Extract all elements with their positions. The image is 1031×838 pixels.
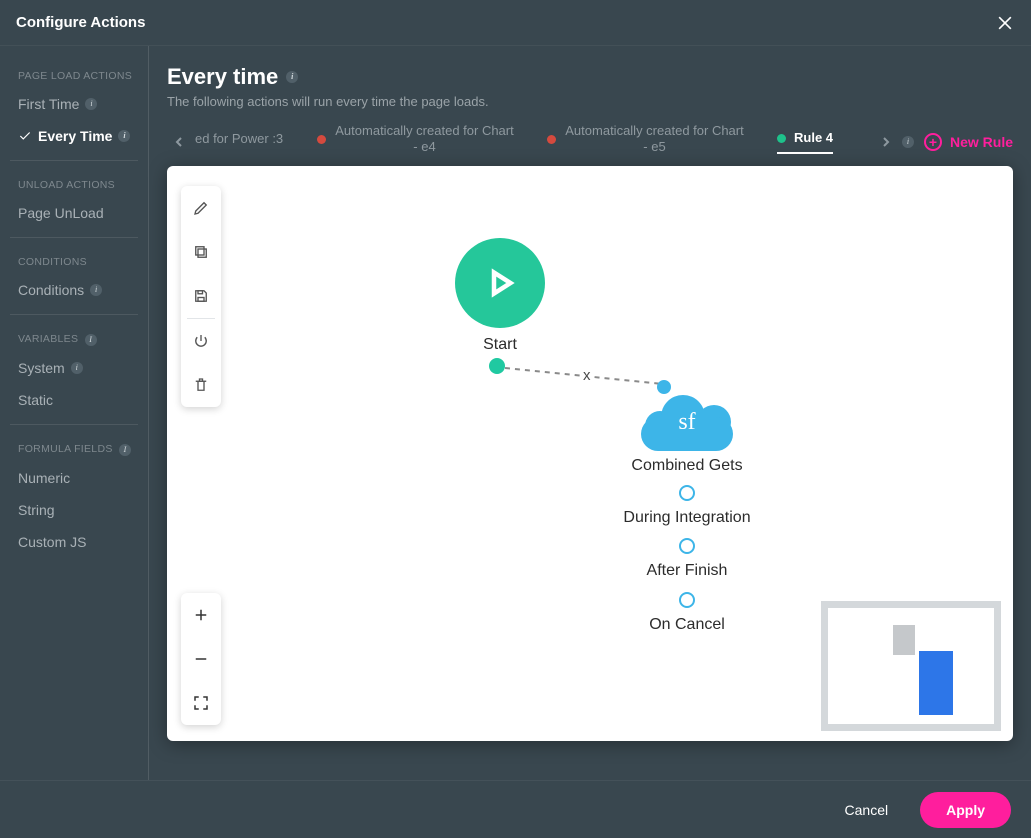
sidebar: PAGE LOAD ACTIONS First Time i Every Tim… <box>0 46 149 780</box>
info-icon[interactable]: i <box>90 284 102 296</box>
apply-button[interactable]: Apply <box>920 792 1011 828</box>
sidebar-item-label: Custom JS <box>18 534 86 550</box>
tab-label: Rule 4 <box>794 130 833 146</box>
fullscreen-icon <box>192 694 210 712</box>
sidebar-heading-conditions: CONDITIONS <box>0 246 148 274</box>
label-cancel: On Cancel <box>649 614 725 636</box>
sidebar-item-custom-js[interactable]: Custom JS <box>0 526 148 558</box>
minimap[interactable] <box>821 601 1001 731</box>
tabs-next-button[interactable] <box>874 127 898 157</box>
minus-icon <box>192 650 210 668</box>
sidebar-item-page-unload[interactable]: Page UnLoad <box>0 197 148 229</box>
tab-label: ed for Power :3 <box>195 131 283 147</box>
tab-rule-chart-e5[interactable]: Automatically created for Chart - e5 <box>547 123 745 162</box>
sidebar-item-label: System <box>18 360 65 376</box>
info-icon[interactable]: i <box>71 362 83 374</box>
power-icon <box>192 332 210 350</box>
copy-button[interactable] <box>181 230 221 274</box>
status-dot-icon <box>547 135 556 144</box>
info-icon[interactable]: i <box>286 71 298 83</box>
tab-rule-4[interactable]: Rule 4 <box>777 130 833 154</box>
sidebar-item-every-time[interactable]: Every Time i <box>0 120 148 152</box>
port-during[interactable] <box>679 485 695 501</box>
sidebar-item-system[interactable]: System i <box>0 352 148 384</box>
sidebar-heading-unload: UNLOAD ACTIONS <box>0 169 148 197</box>
sidebar-item-conditions[interactable]: Conditions i <box>0 274 148 306</box>
sidebar-item-label: Page UnLoad <box>18 205 104 221</box>
fit-screen-button[interactable] <box>181 681 221 725</box>
sf-input-port[interactable] <box>657 380 671 394</box>
sidebar-heading-formula: FORMULA FIELDS i <box>0 433 148 462</box>
status-dot-icon <box>317 135 326 144</box>
edge-delete-button[interactable]: x <box>580 367 594 384</box>
play-icon <box>455 238 545 328</box>
info-icon[interactable]: i <box>902 136 914 148</box>
zoom-toolbar <box>181 593 221 725</box>
chevron-left-icon <box>174 137 184 147</box>
sidebar-item-numeric[interactable]: Numeric <box>0 462 148 494</box>
new-rule-button[interactable]: + New Rule <box>924 133 1013 151</box>
label-during: During Integration <box>623 507 750 529</box>
sidebar-item-label: Every Time <box>38 128 112 144</box>
save-button[interactable] <box>181 274 221 318</box>
tab-label: Automatically created for Chart - e5 <box>564 123 745 156</box>
zoom-in-button[interactable] <box>181 593 221 637</box>
port-after[interactable] <box>679 538 695 554</box>
plus-circle-icon: + <box>924 133 942 151</box>
sidebar-item-label: String <box>18 502 55 518</box>
start-node[interactable]: Start <box>455 238 545 354</box>
close-icon <box>995 13 1015 33</box>
cancel-button[interactable]: Cancel <box>835 794 899 826</box>
tab-rule-power[interactable]: ed for Power :3 <box>195 131 285 153</box>
copy-icon <box>192 243 210 261</box>
chevron-right-icon <box>881 137 891 147</box>
sidebar-item-static[interactable]: Static <box>0 384 148 416</box>
start-output-port[interactable] <box>489 358 505 374</box>
pencil-icon <box>192 199 210 217</box>
sidebar-item-string[interactable]: String <box>0 494 148 526</box>
canvas-toolbar <box>181 186 221 407</box>
cloud-icon: sf <box>641 393 733 451</box>
check-icon <box>18 129 32 143</box>
sidebar-heading-page-load: PAGE LOAD ACTIONS <box>0 60 148 88</box>
sidebar-item-label: Conditions <box>18 282 84 298</box>
sidebar-heading-variables: VARIABLES i <box>0 323 148 352</box>
zoom-out-button[interactable] <box>181 637 221 681</box>
sidebar-item-label: First Time <box>18 96 79 112</box>
status-dot-icon <box>777 134 786 143</box>
port-cancel[interactable] <box>679 592 695 608</box>
sidebar-item-label: Numeric <box>18 470 70 486</box>
flow-canvas[interactable]: Start x sf Combined Gets During Integrat… <box>167 166 1013 741</box>
sf-node[interactable]: sf Combined Gets During Integration Afte… <box>607 393 767 636</box>
info-icon[interactable]: i <box>119 444 131 456</box>
minimap-node <box>893 625 915 655</box>
sidebar-item-label: Static <box>18 392 53 408</box>
page-subtitle: The following actions will run every tim… <box>167 94 1013 109</box>
tabs-prev-button[interactable] <box>167 127 191 157</box>
info-icon[interactable]: i <box>85 334 97 346</box>
trash-icon <box>192 376 210 394</box>
power-button[interactable] <box>181 319 221 363</box>
info-icon[interactable]: i <box>85 98 97 110</box>
label-after: After Finish <box>647 560 728 582</box>
cloud-text: sf <box>641 409 733 436</box>
info-icon[interactable]: i <box>118 130 130 142</box>
delete-button[interactable] <box>181 363 221 407</box>
start-node-label: Start <box>483 336 517 354</box>
plus-icon <box>192 606 210 624</box>
sf-node-title: Combined Gets <box>631 457 742 475</box>
minimap-viewport <box>919 651 953 715</box>
sidebar-item-first-time[interactable]: First Time i <box>0 88 148 120</box>
edit-button[interactable] <box>181 186 221 230</box>
page-title: Every time <box>167 64 278 90</box>
new-rule-label: New Rule <box>950 134 1013 150</box>
save-icon <box>192 287 210 305</box>
tab-label: Automatically created for Chart - e4 <box>334 123 515 156</box>
close-button[interactable] <box>995 13 1015 33</box>
modal-title: Configure Actions <box>16 14 145 31</box>
tab-rule-chart-e4[interactable]: Automatically created for Chart - e4 <box>317 123 515 162</box>
